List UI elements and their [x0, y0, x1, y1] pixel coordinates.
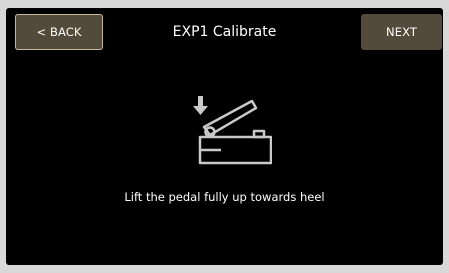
- back-button[interactable]: < BACK: [15, 14, 103, 50]
- header-bar: < BACK EXP1 Calibrate NEXT: [6, 8, 443, 60]
- device-bezel: < BACK EXP1 Calibrate NEXT Lift the peda…: [0, 0, 449, 273]
- next-button[interactable]: NEXT: [361, 14, 442, 50]
- down-arrow-icon: [193, 96, 208, 115]
- expression-pedal-heel-up-icon: [193, 96, 272, 165]
- pedal-plate: [202, 99, 258, 137]
- page-title: EXP1 Calibrate: [172, 24, 277, 40]
- instruction-text: Lift the pedal fully up towards heel: [124, 190, 325, 204]
- calibration-screen: < BACK EXP1 Calibrate NEXT Lift the peda…: [6, 8, 443, 265]
